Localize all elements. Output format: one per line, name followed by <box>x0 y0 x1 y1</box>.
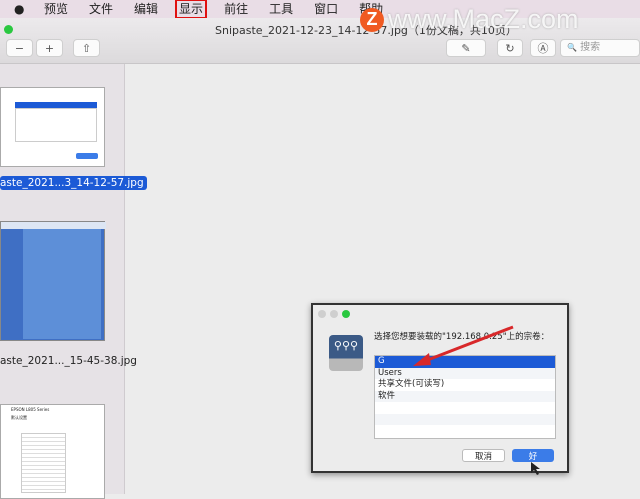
thumbnail-1[interactable] <box>0 87 105 167</box>
empty-row <box>375 413 555 425</box>
menu-edit[interactable]: 编辑 <box>132 1 160 17</box>
pen-icon: ✎ <box>461 41 471 55</box>
volume-item[interactable]: 共享文件(可读写) <box>375 379 555 391</box>
network-drive-icon: ⚲⚲⚲ <box>329 335 363 371</box>
search-icon: 🔍 <box>567 43 577 52</box>
zoom-out-icon: − <box>14 41 25 55</box>
menu-file[interactable]: 文件 <box>87 1 115 17</box>
rotate-icon: ↻ <box>505 41 515 55</box>
volume-list[interactable]: G Users 共享文件(可读写) 软件 <box>374 355 556 439</box>
thumbnail-3[interactable]: EPSON L805 Series 默认设置 <box>0 404 105 499</box>
thumb3-page-preview <box>21 433 66 493</box>
volume-item[interactable]: Users <box>375 367 555 379</box>
dialog-zoom-dot[interactable] <box>342 310 350 318</box>
menu-tools[interactable]: 工具 <box>267 1 295 17</box>
search-input[interactable]: 🔍 搜索 <box>560 39 640 57</box>
window-control-green[interactable] <box>4 25 13 34</box>
cancel-button[interactable]: 取消 <box>462 449 505 462</box>
thumb-ok-button <box>76 153 98 159</box>
watermark-text: www.MacZ.com <box>388 4 579 34</box>
share-button[interactable]: ⇧ <box>73 39 100 57</box>
macz-logo: Z <box>360 7 384 32</box>
share-icon: ⇧ <box>81 41 92 55</box>
markup-button[interactable]: ✎ <box>446 39 486 57</box>
mouse-cursor-icon <box>531 462 540 475</box>
dialog-min-dot[interactable] <box>330 310 338 318</box>
thumb3-preset: 默认设置 <box>11 415 27 420</box>
thumb3-printer: EPSON L805 Series <box>11 407 50 412</box>
menu-window[interactable]: 窗口 <box>312 1 340 17</box>
thumb-file-menu <box>23 229 101 339</box>
zoom-in-icon: + <box>44 41 55 55</box>
volume-item[interactable]: G <box>375 356 555 368</box>
zoom-out-button[interactable]: − <box>6 39 33 57</box>
menu-go[interactable]: 前往 <box>222 1 250 17</box>
thumbnail-1-caption[interactable]: aste_2021...3_14-12-57.jpg <box>0 176 147 190</box>
mount-volume-dialog: ⚲⚲⚲ 选择您想要装载的"192.168.0.25"上的宗卷： G Users … <box>311 303 569 475</box>
apple-menu-icon[interactable]: ● <box>14 2 28 16</box>
watermark: Z www.MacZ.com <box>360 4 579 35</box>
dialog-close-dot[interactable] <box>318 310 326 318</box>
annotate-icon: Ⓐ <box>537 42 549 55</box>
empty-row <box>375 425 555 437</box>
empty-row <box>375 402 555 414</box>
menu-preview[interactable]: 预览 <box>42 1 70 17</box>
rotate-button[interactable]: ↻ <box>497 39 523 57</box>
search-placeholder: 搜索 <box>580 42 601 53</box>
zoom-in-button[interactable]: + <box>36 39 63 57</box>
thumbnail-2-caption[interactable]: aste_2021..._15-45-38.jpg <box>0 355 137 367</box>
thumbnail-2[interactable] <box>0 221 106 341</box>
thumb-menubar <box>1 222 106 229</box>
volume-item[interactable]: 软件 <box>375 390 555 402</box>
menu-view[interactable]: 显示 <box>175 0 208 19</box>
annotate-button[interactable]: Ⓐ <box>530 39 556 57</box>
thumbnail-sidebar[interactable]: aste_2021...3_14-12-57.jpg aste_2021..._… <box>0 64 147 499</box>
ok-button[interactable]: 好 <box>512 449 554 462</box>
thumb-list <box>15 108 97 142</box>
dialog-prompt: 选择您想要装载的"192.168.0.25"上的宗卷： <box>374 332 550 342</box>
